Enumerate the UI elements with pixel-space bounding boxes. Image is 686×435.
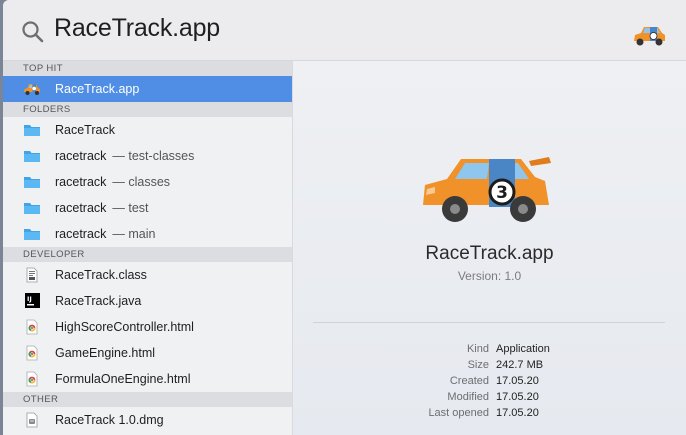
race-car-icon [634,27,665,46]
result-subtitle: — main [112,227,156,241]
metadata-value: 17.05.20 [496,407,539,419]
chrome-html-icon [26,345,38,361]
metadata-key: Created [449,375,489,387]
chrome-html-icon [26,319,38,335]
metadata-row: Created 17.05.20 [293,375,686,391]
search-bar[interactable]: RaceTrack.app [3,0,686,61]
folder-icon [24,151,40,162]
result-row-folder[interactable]: RaceTrack [3,117,292,143]
result-subtitle: — test [112,201,149,215]
result-label: racetrack [55,175,107,189]
result-label: racetrack [55,149,107,163]
chrome-html-icon [26,371,38,387]
result-subtitle: — test-classes [112,149,195,163]
metadata-key: Kind [466,343,489,355]
result-row-folder[interactable]: racetrack — main [3,221,292,247]
svg-text:3: 3 [496,183,508,203]
result-label: RaceTrack.app [55,82,140,96]
metadata-row: Kind Application [293,343,686,359]
metadata-row: Size 242.7 MB [293,359,686,375]
search-query-typed: Race [54,14,112,42]
result-row-top-hit[interactable]: RaceTrack.app [3,76,292,102]
results-list: TOP HIT RaceTrack.app FOLDERS RaceTrack … [3,61,293,435]
search-query-completion: Track.app [111,14,221,42]
section-header-other: OTHER [3,392,292,407]
metadata-value: 17.05.20 [496,391,539,403]
result-row-folder[interactable]: racetrack — classes [3,169,292,195]
metadata-table: Kind Application Size 242.7 MB Created 17.0… [293,343,686,423]
search-icon [22,21,44,43]
result-label: RaceTrack.java [55,294,142,308]
metadata-row: Modified 17.05.20 [293,391,686,407]
spotlight-window: RaceTrack.app TOP HIT RaceTrack.app FOLD… [3,0,686,435]
folder-icon [24,203,40,214]
dmg-icon [26,412,38,428]
metadata-value: 242.7 MB [496,359,544,371]
result-row-developer[interactable]: FormulaOneEngine.html [3,366,292,392]
preview-pane: 3 RaceTrack.app Version: 1.0 Kind Applica… [293,61,686,435]
result-row-other[interactable]: RaceTrack 1.0.dmg [3,407,292,433]
result-label: FormulaOneEngine.html [55,372,191,386]
result-row-developer[interactable]: GameEngine.html [3,340,292,366]
result-row-folder[interactable]: racetrack — test-classes [3,143,292,169]
section-header-top-hit: TOP HIT [3,61,292,76]
result-label: HighScoreController.html [55,320,194,334]
folder-icon [24,177,40,188]
result-label: RaceTrack 1.0.dmg [55,413,164,427]
result-label: RaceTrack [55,123,115,137]
divider [313,322,665,323]
preview-version: Version: 1.0 [457,269,522,283]
race-car-icon: 3 [423,157,551,222]
metadata-value: 17.05.20 [496,375,539,387]
metadata-key: Last opened [428,407,489,419]
metadata-row: Last opened 17.05.20 [293,407,686,423]
result-label: racetrack [55,227,107,241]
result-label: RaceTrack.class [55,268,147,282]
class-file-icon [26,267,38,283]
result-row-developer[interactable]: IJ RaceTrack.java [3,288,292,314]
result-subtitle: — classes [112,175,171,189]
section-header-developer: DEVELOPER [3,247,292,262]
preview-app-name: RaceTrack.app [425,243,554,264]
result-label: racetrack [55,201,107,215]
metadata-key: Modified [447,391,489,403]
metadata-value: Application [496,343,550,355]
search-input[interactable]: RaceTrack.app [54,14,220,43]
section-header-folders: FOLDERS [3,102,292,117]
result-label: GameEngine.html [55,346,156,360]
folder-icon [24,125,40,136]
result-row-developer[interactable]: HighScoreController.html [3,314,292,340]
result-row-developer[interactable]: RaceTrack.class [3,262,292,288]
metadata-key: Size [467,359,489,371]
svg-text:IJ: IJ [27,295,32,303]
race-car-icon [24,84,40,95]
intellij-icon: IJ [25,293,40,308]
folder-icon [24,229,40,240]
result-row-folder[interactable]: racetrack — test [3,195,292,221]
